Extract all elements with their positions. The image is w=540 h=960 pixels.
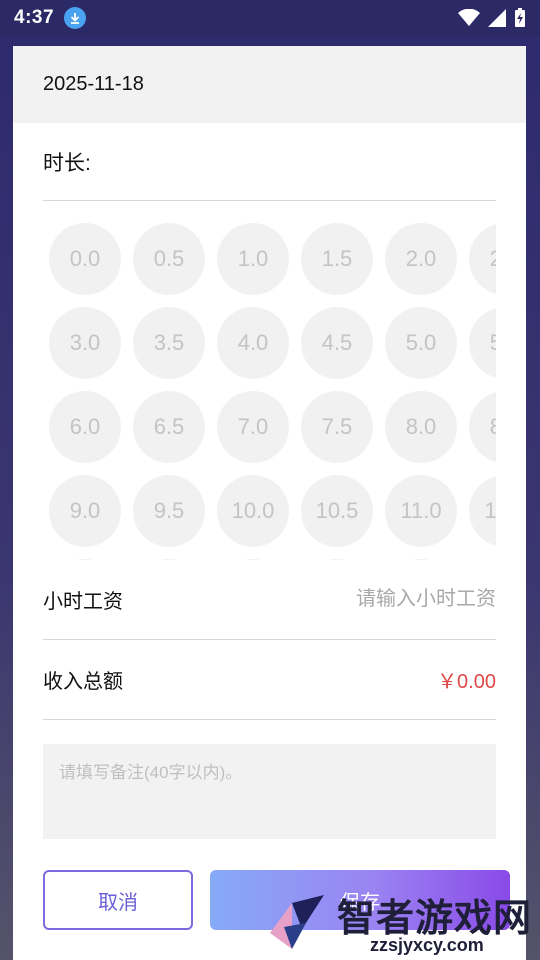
watermark-title: 智者游戏网 bbox=[337, 896, 533, 940]
total-income-value: ￥0.00 bbox=[437, 671, 496, 693]
duration-option[interactable]: 9.0 bbox=[49, 475, 121, 547]
duration-picker[interactable]: 0.00.51.01.52.0 2.5 3.03.54.04.55.0 5.5 6.06… bbox=[43, 220, 496, 560]
hourly-wage-row: 小时工资 bbox=[43, 560, 496, 640]
status-bar: 4:37 bbox=[0, 0, 540, 36]
signal-icon bbox=[488, 9, 506, 27]
duration-option[interactable]: 10.0 bbox=[217, 475, 289, 547]
total-income-label: 收入总额 bbox=[43, 671, 123, 693]
duration-label: 时长: bbox=[43, 123, 496, 201]
total-income-row: 收入总额 ￥0.00 bbox=[43, 640, 496, 720]
duration-option[interactable]: 5.0 bbox=[385, 307, 457, 379]
hourly-wage-input[interactable] bbox=[276, 588, 496, 611]
duration-option[interactable]: 4.0 bbox=[217, 307, 289, 379]
duration-option[interactable]: 9.5 bbox=[133, 475, 205, 547]
hourly-wage-label: 小时工资 bbox=[43, 591, 123, 613]
duration-option[interactable]: 7.5 bbox=[301, 391, 373, 463]
date-display[interactable]: 2025-11-18 bbox=[13, 46, 526, 123]
duration-option[interactable]: 7.0 bbox=[217, 391, 289, 463]
duration-option[interactable]: 0.5 bbox=[133, 223, 205, 295]
duration-option[interactable]: 2.5 bbox=[469, 223, 496, 295]
watermark-url: zzsjyxcy.com bbox=[370, 935, 484, 955]
duration-option[interactable]: 11.0 bbox=[385, 475, 457, 547]
remark-textarea[interactable] bbox=[43, 744, 496, 839]
duration-option[interactable]: 4.5 bbox=[301, 307, 373, 379]
duration-option[interactable]: 2.0 bbox=[385, 223, 457, 295]
duration-option[interactable]: 5.5 bbox=[469, 307, 496, 379]
wifi-icon bbox=[458, 9, 480, 26]
duration-option[interactable]: 0.0 bbox=[49, 223, 121, 295]
watermark-logo bbox=[270, 895, 324, 949]
duration-option[interactable]: 3.0 bbox=[49, 307, 121, 379]
duration-option[interactable]: 1.5 bbox=[301, 223, 373, 295]
record-form-sheet: 2025-11-18 时长: 0.00.51.01.52.02.53.03.54… bbox=[13, 46, 526, 960]
download-icon bbox=[64, 7, 87, 29]
duration-option[interactable]: 10.5 bbox=[301, 475, 373, 547]
duration-option[interactable]: 8.5 bbox=[469, 391, 496, 463]
watermark: 智者游戏网 zzsjyxcy.com bbox=[262, 885, 540, 960]
status-time: 4:37 bbox=[14, 7, 55, 28]
duration-option[interactable]: 6.5 bbox=[133, 391, 205, 463]
cancel-button[interactable]: 取消 bbox=[43, 870, 193, 930]
duration-option[interactable]: 6.0 bbox=[49, 391, 121, 463]
duration-option[interactable]: 8.0 bbox=[385, 391, 457, 463]
duration-option[interactable]: 1.0 bbox=[217, 223, 289, 295]
duration-option[interactable]: 11.5 bbox=[469, 475, 496, 547]
battery-charging-icon bbox=[515, 8, 525, 27]
duration-option[interactable]: 3.5 bbox=[133, 307, 205, 379]
